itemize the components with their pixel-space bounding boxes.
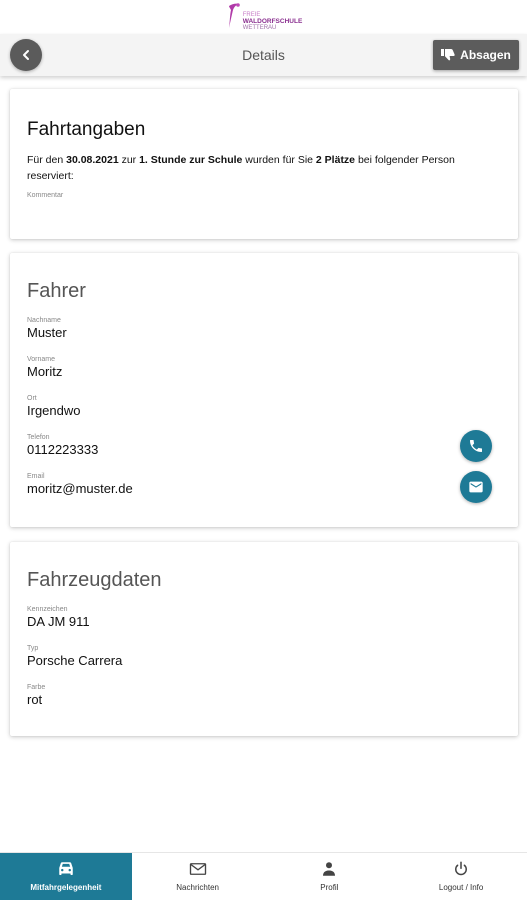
field-label: Telefon [27,434,50,441]
driver-phone-field: Telefon 0112223333 [27,433,501,458]
ride-info-card: Fahrtangaben Für den 30.08.2021 zur 1. S… [10,89,518,239]
nav-label: Nachrichten [176,883,219,892]
driver-card: Fahrer Nachname Muster Vorname Moritz Or… [10,253,518,527]
driver-email-field: Email moritz@muster.de [27,472,501,497]
power-icon [455,861,468,876]
desc-mid1: zur [118,154,140,166]
ride-seats: 2 Plätze [315,154,356,166]
ride-lesson: 1. Stunde zur Schule [139,154,243,166]
field-label: Email [27,473,45,480]
desc-prefix: Für den [27,154,67,166]
field-value: Muster [27,325,67,340]
nav-item-profile[interactable]: Profil [264,853,396,900]
vehicle-card: Fahrzeugdaten Kennzeichen DA JM 911 Typ … [10,542,518,736]
driver-heading: Fahrer [27,280,86,302]
back-button[interactable] [10,39,42,71]
cancel-ride-button[interactable]: Absagen [433,40,519,70]
mail-icon [189,863,206,875]
thumbs-down-icon [441,49,455,61]
field-value: rot [27,692,43,707]
field-value: moritz@muster.de [27,481,133,496]
desc-mid2: wurden für Sie [242,154,316,166]
person-icon [323,862,336,876]
logo-bar: FREIE WALDORFSCHULE WETTERAU [0,0,527,34]
bottom-navigation: Mitfahrgelegenheit Nachrichten Profil Lo… [0,852,527,900]
driver-city-field: Ort Irgendwo [27,394,501,419]
mail-icon [469,481,483,493]
vehicle-plate-field: Kennzeichen DA JM 911 [27,605,501,630]
field-value: DA JM 911 [27,614,90,629]
field-label: Farbe [27,684,46,691]
field-value: Moritz [27,364,63,379]
logo-line3: WETTERAU [242,25,277,31]
comment-label: Kommentar [27,192,64,199]
call-driver-button[interactable] [460,430,492,462]
nav-label: Profil [320,883,339,892]
car-icon [59,862,73,875]
driver-firstname-field: Vorname Moritz [27,355,501,380]
top-bar: Details Absagen [0,34,527,76]
cancel-label: Absagen [460,48,511,62]
vehicle-type-field: Typ Porsche Carrera [27,644,501,669]
school-logo: FREIE WALDORFSCHULE WETTERAU [225,2,302,32]
field-value: Irgendwo [27,403,81,418]
nav-item-messages[interactable]: Nachrichten [132,853,264,900]
nav-label: Mitfahrgelegenheit [30,883,102,892]
driver-lastname-field: Nachname Muster [27,316,501,341]
vehicle-heading: Fahrzeugdaten [27,569,162,591]
logo-figure-icon [228,3,240,29]
page-title: Details [242,47,285,63]
nav-label: Logout / Info [438,883,484,892]
ride-info-description: Für den 30.08.2021 zur 1. Stunde zur Sch… [27,152,501,184]
phone-icon [470,440,482,452]
field-label: Typ [27,645,39,652]
field-label: Kennzeichen [27,606,68,613]
field-label: Ort [27,395,37,402]
field-value: Porsche Carrera [27,653,123,668]
nav-item-logout[interactable]: Logout / Info [395,853,527,900]
ride-info-heading: Fahrtangaben [27,119,146,140]
ride-date: 30.08.2021 [66,154,119,166]
field-label: Vorname [27,356,56,363]
chevron-left-icon [23,50,29,60]
email-driver-button[interactable] [460,471,492,503]
field-value: 0112223333 [27,442,99,457]
nav-item-rides[interactable]: Mitfahrgelegenheit [0,853,132,900]
vehicle-color-field: Farbe rot [27,683,501,708]
field-label: Nachname [27,317,61,324]
